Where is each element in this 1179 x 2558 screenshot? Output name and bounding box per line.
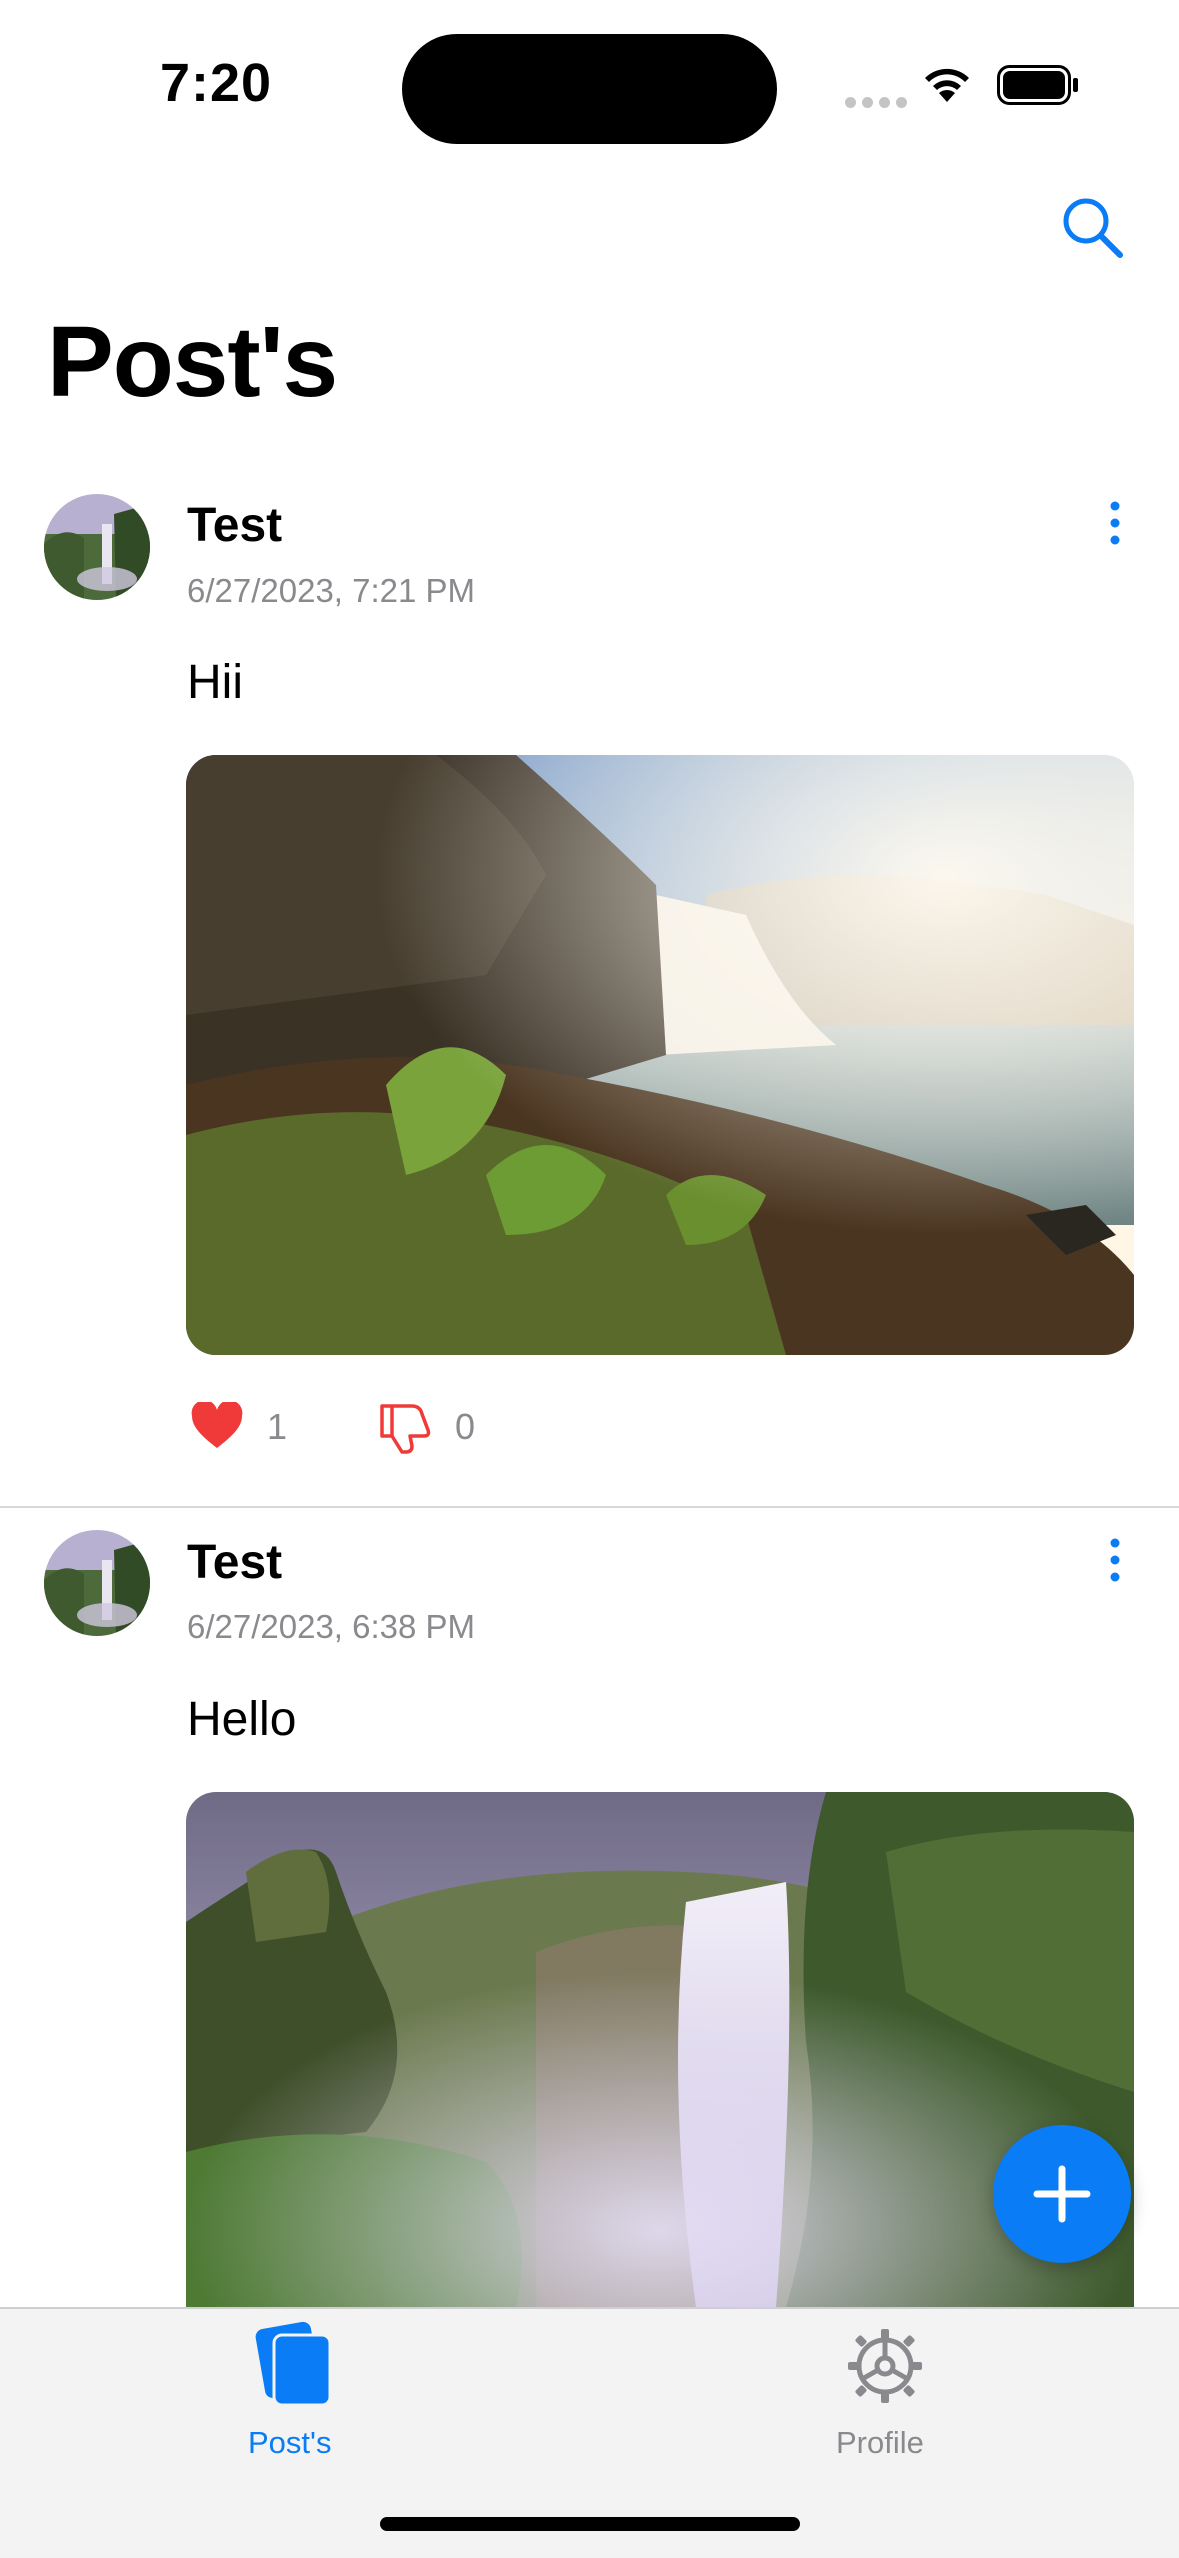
plus-icon	[1033, 2165, 1091, 2223]
tab-posts[interactable]: Post's	[220, 2309, 370, 2469]
wifi-icon	[925, 68, 969, 102]
tab-label: Profile	[836, 2425, 924, 2460]
post-timestamp: 6/27/2023, 6:38 PM	[187, 1608, 476, 1645]
more-options-icon[interactable]	[1100, 1535, 1130, 1585]
more-options-icon[interactable]	[1100, 498, 1130, 548]
post-image[interactable]	[186, 755, 1134, 1355]
post-divider	[0, 1506, 1179, 1508]
battery-icon	[997, 65, 1078, 105]
cards-icon	[255, 2321, 332, 2407]
status-bar: 7:20	[0, 0, 1179, 170]
post-author: Test	[187, 1536, 283, 1589]
dynamic-island	[402, 34, 777, 144]
home-indicator	[380, 2517, 800, 2531]
post-text: Hello	[187, 1693, 297, 1746]
post-author: Test	[187, 499, 283, 552]
dislike-thumb-icon[interactable]	[378, 1400, 434, 1456]
search-icon[interactable]	[1060, 195, 1124, 259]
gear-icon	[848, 2329, 922, 2403]
add-post-button[interactable]	[993, 2125, 1131, 2263]
status-time: 7:20	[160, 53, 273, 113]
avatar[interactable]	[44, 1530, 150, 1636]
post-image[interactable]	[186, 1792, 1134, 2307]
dislike-count: 0	[455, 1406, 476, 1447]
post-timestamp: 6/27/2023, 7:21 PM	[187, 572, 476, 609]
like-heart-icon[interactable]	[190, 1402, 244, 1450]
cellular-signal-icon	[845, 95, 913, 113]
tab-label: Post's	[248, 2425, 332, 2460]
post-text: Hii	[187, 656, 243, 709]
avatar[interactable]	[44, 494, 150, 600]
tab-profile[interactable]: Profile	[810, 2309, 960, 2469]
like-count: 1	[267, 1406, 288, 1447]
page-title: Post's	[47, 306, 338, 418]
